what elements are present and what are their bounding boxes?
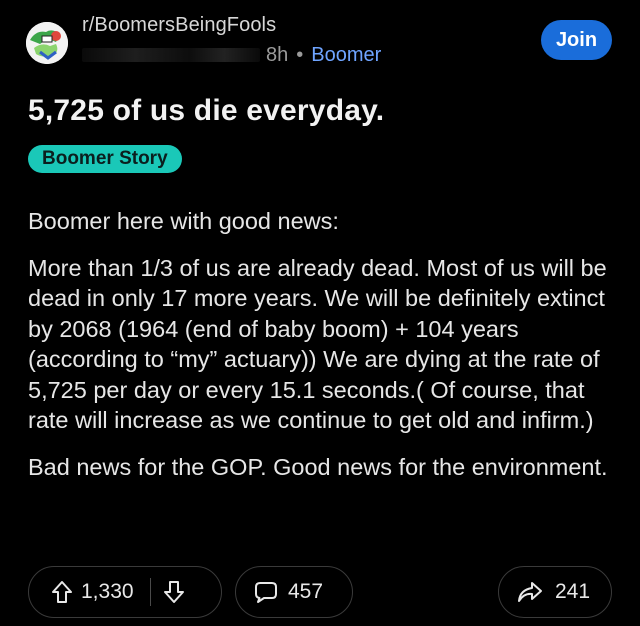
comment-button[interactable]: 457 [235, 566, 353, 618]
vote-control: 1,330 [28, 566, 222, 618]
downvote-arrow-icon[interactable] [163, 580, 185, 604]
vote-divider [149, 578, 152, 606]
comment-bubble-icon [254, 580, 278, 604]
post-time: 8h [266, 43, 289, 66]
post-meta: 8h • Boomer [82, 43, 381, 67]
body-paragraph: Boomer here with good news: [28, 208, 339, 234]
body-paragraph: More than 1/3 of us are already dead. Mo… [28, 254, 607, 434]
subreddit-name[interactable]: r/BoomersBeingFools [82, 14, 276, 37]
share-button[interactable]: 241 [498, 566, 612, 618]
upvote-arrow-icon[interactable] [51, 580, 73, 604]
subreddit-avatar[interactable] [26, 22, 68, 64]
comment-count: 457 [288, 580, 324, 603]
join-button[interactable]: Join [541, 20, 612, 60]
vote-count: 1,330 [81, 580, 134, 603]
body-paragraph: Bad news for the GOP. Good news for the … [28, 453, 608, 480]
post-author[interactable]: Boomer [311, 44, 381, 67]
post-header: r/BoomersBeingFools 8h • Boomer Join [0, 0, 640, 80]
meta-separator: • [296, 43, 304, 66]
redacted-text [82, 48, 260, 62]
post-flair[interactable]: Boomer Story [28, 145, 182, 173]
share-count: 241 [555, 580, 591, 603]
post-body: Boomer here with good news: More than 1/… [28, 206, 618, 498]
action-bar: 1,330 457 241 [28, 566, 612, 622]
share-arrow-icon [517, 580, 543, 604]
post-title[interactable]: 5,725 of us die everyday. [28, 94, 384, 128]
